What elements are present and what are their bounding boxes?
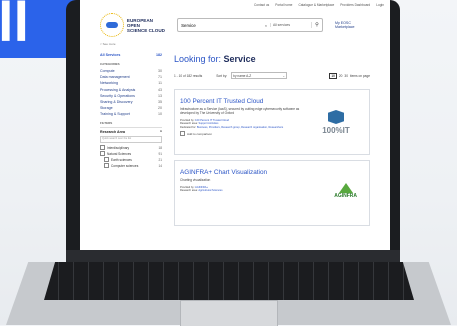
research-area-toggle[interactable]: Research Area ^: [100, 126, 162, 134]
page-title: Looking for: Service: [174, 54, 370, 64]
keyboard: [44, 262, 414, 300]
filter-count: 14: [158, 163, 162, 168]
sidebar: All Services 182 CATEGORIES Compute 30 Da…: [100, 50, 162, 231]
category-label: Training & Support: [100, 112, 130, 117]
checkbox-icon: [180, 131, 185, 137]
main-content: Looking for: Service 1 - 10 of 182 resul…: [174, 50, 370, 231]
category-item[interactable]: Training & Support 10: [100, 111, 162, 117]
research-area-label: Research Area: [100, 129, 126, 134]
topbar-link[interactable]: Catalogue & Marketplace: [298, 3, 334, 7]
checkbox-icon: [104, 163, 109, 169]
screen: Contact us Portal home Catalogue & Marke…: [80, 0, 390, 250]
checkbox-icon: [100, 151, 105, 157]
checkbox-icon: [100, 145, 105, 151]
per-page-option[interactable]: 30: [344, 74, 348, 78]
all-services-count: 182: [156, 53, 162, 57]
per-page-label: items on page: [349, 73, 370, 78]
clear-icon[interactable]: ×: [262, 23, 270, 28]
eosc-logo[interactable]: EUROPEAN OPEN SCIENCE CLOUD: [100, 13, 167, 37]
per-page-option[interactable]: 20: [339, 74, 343, 78]
search-bar: × All services ⚲: [177, 18, 323, 32]
logo-text: 100%IT: [322, 126, 350, 135]
filter-checkbox[interactable]: Computer sciences 14: [100, 163, 162, 169]
topbar-link[interactable]: Login: [376, 3, 384, 7]
leaf-icon: [338, 183, 353, 193]
looking-prefix: Looking for:: [174, 54, 222, 64]
topbar-link[interactable]: Providers Dashboard: [340, 3, 370, 7]
research-area-search[interactable]: Quick search over the list: [100, 135, 162, 143]
results-count: 1 - 10 of 182 results: [174, 73, 203, 78]
header: EUROPEAN OPEN SCIENCE CLOUD × All servic…: [80, 10, 390, 40]
sort-select[interactable]: by name A-Z ⌄: [231, 72, 288, 79]
sort-label: Sort by:: [216, 73, 228, 78]
per-page-option[interactable]: 10: [329, 72, 337, 79]
logo-line1: EUROPEAN OPEN: [126, 17, 153, 28]
per-page: 10 20 30 items on page: [329, 72, 370, 79]
topbar-link[interactable]: Portal home: [275, 3, 292, 7]
dedicated-link[interactable]: Business, Providers, Research group, Res…: [197, 126, 283, 129]
service-logo: 100%IT: [313, 110, 359, 135]
service-card: 100 Percent IT Trusted Cloud Infrastruct…: [174, 89, 370, 155]
laptop-hinge: [66, 250, 400, 262]
looking-term: Service: [223, 54, 256, 64]
all-services-link[interactable]: All Services 182: [100, 53, 162, 57]
trackpad: [180, 300, 278, 326]
service-description: Charting visualization: [180, 178, 211, 182]
background-big-text: ll: [0, 0, 30, 53]
search-input[interactable]: [178, 20, 262, 30]
service-description: Infrastructure as a Service (IaaS), secu…: [180, 107, 300, 115]
service-card: AGINFRA+ Chart Visualization Charting vi…: [174, 160, 370, 226]
marketplace-link[interactable]: My EOSC Marketplace: [335, 21, 370, 29]
chevron-up-icon: ^: [159, 129, 162, 134]
checkbox-icon: [104, 157, 109, 163]
search-icon[interactable]: ⚲: [310, 22, 322, 28]
chevron-down-icon: ⌄: [282, 73, 286, 78]
service-logo: AGINFRA: [334, 183, 357, 199]
category-count: 10: [158, 112, 162, 117]
area-link[interactable]: Agricultural Sciences: [198, 189, 222, 192]
topbar-link[interactable]: Contact us: [254, 3, 269, 7]
shield-icon: [328, 110, 344, 124]
top-bar: Contact us Portal home Catalogue & Marke…: [80, 0, 390, 10]
categories-title: CATEGORIES: [100, 62, 120, 66]
service-title[interactable]: AGINFRA+ Chart Visualization: [180, 169, 364, 176]
sort-value: by name A-Z: [233, 73, 252, 78]
stars-icon: [100, 13, 124, 37]
scope-select[interactable]: All services: [269, 23, 311, 27]
cloud-icon: [105, 22, 118, 28]
logo-line2: SCIENCE CLOUD: [126, 27, 165, 33]
filter-label: Computer sciences: [111, 163, 139, 168]
filters-title: FILTERS: [100, 120, 113, 125]
service-title[interactable]: 100 Percent IT Trusted Cloud: [180, 98, 364, 105]
all-services-label: All Services: [100, 53, 121, 57]
breadcrumb[interactable]: < See more: [80, 40, 390, 48]
logo-text: AGINFRA: [334, 193, 357, 199]
compare-label: Add to comparison: [187, 131, 213, 136]
sort-row: 1 - 10 of 182 results Sort by: by name A…: [174, 72, 370, 79]
